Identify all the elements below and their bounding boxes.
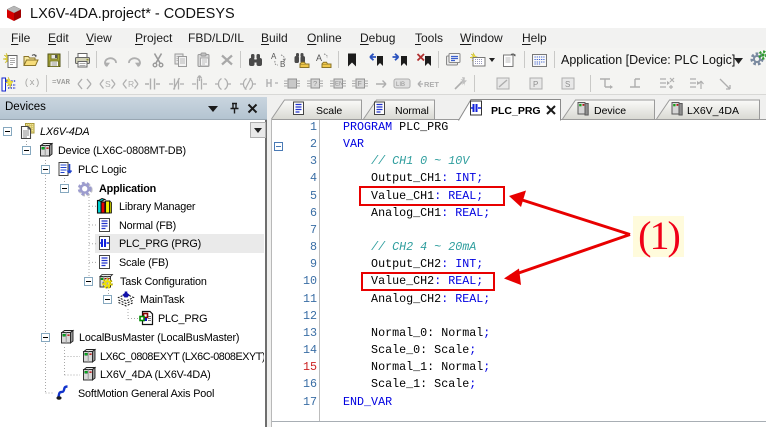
svg-text:LIB: LIB (396, 82, 405, 88)
svg-text:A: A (271, 52, 277, 61)
svg-text:RET: RET (424, 80, 439, 89)
svg-text:S: S (565, 80, 570, 89)
svg-text:R: R (128, 79, 134, 89)
svg-text:F: F (358, 81, 362, 88)
svg-text:EN: EN (335, 82, 343, 88)
svg-text:P: P (533, 80, 538, 89)
svg-text:A: A (316, 53, 322, 63)
svg-text:S: S (105, 79, 111, 89)
svg-text:?: ? (313, 79, 317, 88)
